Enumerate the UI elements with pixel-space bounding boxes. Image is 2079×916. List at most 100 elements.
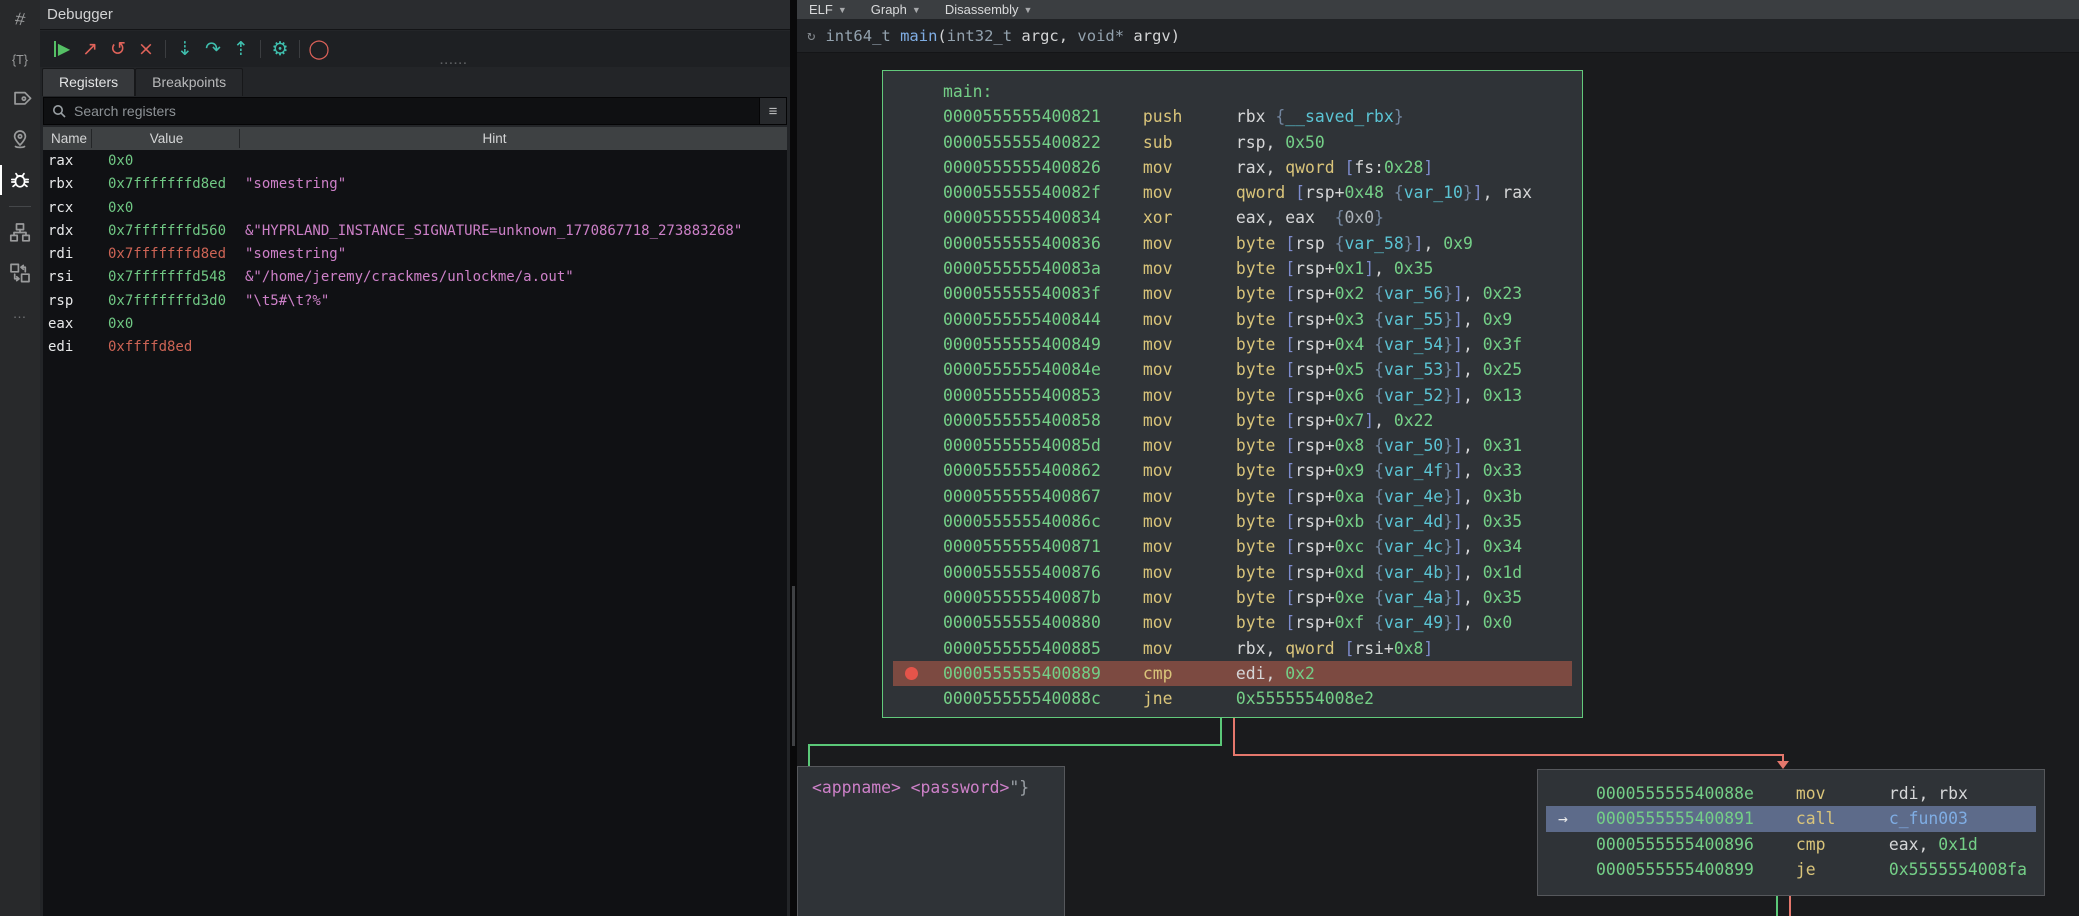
chevron-down-icon: ▼: [912, 5, 921, 15]
asm-instruction[interactable]: 0000555555400885movrbx, qword [rsi+0x8]: [893, 636, 1572, 661]
asm-instruction[interactable]: 0000555555400849movbyte [rsp+0x4 {var_54…: [893, 332, 1572, 357]
register-hint: "somestring": [245, 176, 346, 192]
bug-icon: [8, 168, 32, 192]
sidebar-item-tag[interactable]: [0, 80, 40, 120]
asm-instruction[interactable]: 0000555555400822subrsp, 0x50: [893, 130, 1572, 155]
menu-elf[interactable]: ELF▼: [809, 2, 847, 17]
sidebar-item-tree[interactable]: [0, 213, 40, 253]
asm-instruction[interactable]: 000055555540088cjne0x5555554008e2: [893, 686, 1572, 711]
graph-edge-false: [1233, 754, 1784, 756]
function-signature-bar: ↻ int64_t main(int32_t argc, void* argv): [797, 19, 2079, 53]
register-search-bar: ≡: [43, 97, 787, 125]
sidebar-item-bug[interactable]: [0, 160, 40, 200]
sidebar-item-hash[interactable]: #: [0, 0, 40, 40]
asm-instruction[interactable]: 0000555555400826movrax, qword [fs:0x28]: [893, 155, 1572, 180]
view-menubar: ELF▼ Graph▼ Disassembly▼: [797, 0, 2079, 19]
halt-button[interactable]: ◯: [305, 36, 333, 62]
step-over-button[interactable]: ↷: [199, 36, 227, 62]
asm-instruction[interactable]: 0000555555400871movbyte [rsp+0xc {var_4c…: [893, 534, 1572, 559]
tab-breakpoints[interactable]: Breakpoints: [135, 68, 243, 96]
tab-registers[interactable]: Registers: [42, 68, 135, 96]
asm-instruction[interactable]: 000055555540082fmovqword [rsp+0x48 {var_…: [893, 180, 1572, 205]
asm-instruction[interactable]: 000055555540083amovbyte [rsp+0x1], 0x35: [893, 256, 1572, 281]
asm-instruction[interactable]: 0000555555400862movbyte [rsp+0x9 {var_4f…: [893, 458, 1572, 483]
graph-edge-true: [1776, 896, 1778, 916]
step-return-button[interactable]: ⇡: [227, 36, 255, 62]
basic-block-call[interactable]: 000055555540088emovrdi, rbx→000055555540…: [1537, 769, 2045, 896]
column-name[interactable]: Name: [51, 127, 87, 150]
step-into-button[interactable]: ⇣: [171, 36, 199, 62]
asm-instruction[interactable]: 0000555555400844movbyte [rsp+0x3 {var_55…: [893, 307, 1572, 332]
sidebar-item-swap[interactable]: [0, 253, 40, 293]
sidebar-divider: [9, 206, 31, 207]
register-row[interactable]: rsi0x7fffffffd548&"/home/jeremy/crackmes…: [43, 266, 787, 289]
register-row[interactable]: rcx0x0: [43, 197, 787, 220]
resume-button[interactable]: ▶: [48, 36, 76, 62]
register-row[interactable]: rax0x0: [43, 150, 787, 173]
panel-title: Debugger: [40, 0, 790, 30]
search-input[interactable]: [72, 102, 759, 120]
sidebar-item-types[interactable]: {T}: [0, 40, 40, 80]
asm-instruction[interactable]: 000055555540087bmovbyte [rsp+0xe {var_4a…: [893, 585, 1572, 610]
asm-instruction[interactable]: 0000555555400876movbyte [rsp+0xd {var_4b…: [893, 560, 1572, 585]
register-hint: &"/home/jeremy/crackmes/unlockme/a.out": [245, 269, 574, 285]
asm-instruction[interactable]: →0000555555400891callc_fun003: [1546, 806, 2036, 831]
asm-instruction[interactable]: 0000555555400889cmpedi, 0x2: [893, 661, 1572, 686]
asm-instruction[interactable]: 000055555540085dmovbyte [rsp+0x8 {var_50…: [893, 433, 1572, 458]
asm-instruction[interactable]: 0000555555400858movbyte [rsp+0x7], 0x22: [893, 408, 1572, 433]
register-row[interactable]: rsp0x7fffffffd3d0"\t5#\t?%": [43, 290, 787, 313]
chevron-down-icon: ▼: [838, 5, 847, 15]
sidebar-item-more[interactable]: …: [0, 293, 40, 333]
menu-graph[interactable]: Graph▼: [871, 2, 921, 17]
asm-instruction[interactable]: 000055555540084emovbyte [rsp+0x5 {var_53…: [893, 357, 1572, 382]
asm-instruction[interactable]: 0000555555400899je0x5555554008fa: [1546, 857, 2036, 882]
tree-icon: [8, 221, 32, 245]
asm-instruction[interactable]: 0000555555400834xoreax, eax {0x0}: [893, 205, 1572, 230]
column-value[interactable]: Value: [91, 127, 242, 150]
column-hint[interactable]: Hint: [242, 127, 747, 150]
register-row[interactable]: rbx0x7fffffffd8ed"somestring": [43, 173, 787, 196]
restart-button[interactable]: ↺: [104, 36, 132, 62]
asm-instruction[interactable]: 0000555555400896cmpeax, 0x1d: [1546, 832, 2036, 857]
register-row[interactable]: rdi0x7fffffffd8ed"somestring": [43, 243, 787, 266]
svg-text:#: #: [14, 8, 27, 29]
basic-block-main[interactable]: main:0000555555400821pushrbx {__saved_rb…: [882, 70, 1583, 718]
function-signature[interactable]: int64_t main(int32_t argc, void* argv): [825, 27, 1180, 45]
panel-splitter[interactable]: [790, 0, 797, 916]
graph-edge-true: [1220, 718, 1222, 746]
asm-instruction[interactable]: 0000555555400821pushrbx {__saved_rbx}: [893, 104, 1572, 129]
refresh-icon[interactable]: ↻: [807, 28, 815, 44]
asm-instruction[interactable]: 000055555540086cmovbyte [rsp+0xb {var_4d…: [893, 509, 1572, 534]
registers-table: Name Value Hint rax0x0rbx0x7fffffffd8ed"…: [43, 127, 787, 916]
graph-canvas[interactable]: main:0000555555400821pushrbx {__saved_rb…: [797, 53, 2079, 916]
sidebar-item-pin[interactable]: [0, 120, 40, 160]
asm-instruction[interactable]: 0000555555400836movbyte [rsp {var_58}], …: [893, 231, 1572, 256]
toolbar-separator: [299, 40, 300, 58]
pin-icon: [8, 128, 32, 152]
block-label[interactable]: main:: [893, 79, 1572, 104]
search-options-icon[interactable]: ≡: [759, 98, 786, 124]
basic-block-string[interactable]: <appname> <password>"}: [797, 766, 1065, 916]
asm-instruction[interactable]: 0000555555400867movbyte [rsp+0xa {var_4e…: [893, 484, 1572, 509]
breakpoint-icon[interactable]: [905, 667, 918, 680]
asm-instruction[interactable]: 0000555555400853movbyte [rsp+0x6 {var_52…: [893, 383, 1572, 408]
kill-button[interactable]: ×: [132, 36, 160, 62]
launch-button[interactable]: ↗: [76, 36, 104, 62]
register-row[interactable]: edi0xffffd8ed: [43, 336, 787, 359]
toolbar-separator: [165, 40, 166, 58]
settings-button[interactable]: ⚙: [266, 36, 294, 62]
register-row[interactable]: eax0x0: [43, 313, 787, 336]
register-row[interactable]: rdx0x7fffffffd560&"HYPRLAND_INSTANCE_SIG…: [43, 220, 787, 243]
hash-icon: #: [8, 8, 32, 32]
instruction-pointer-icon: →: [1546, 806, 1596, 831]
svg-text:{T}: {T}: [12, 53, 28, 67]
asm-instruction[interactable]: 000055555540083fmovbyte [rsp+0x2 {var_56…: [893, 281, 1572, 306]
graph-edge-true: [808, 744, 1222, 746]
splitter-handle[interactable]: [792, 586, 795, 746]
asm-instruction[interactable]: 0000555555400880movbyte [rsp+0xf {var_49…: [893, 610, 1572, 635]
menu-disassembly[interactable]: Disassembly▼: [945, 2, 1033, 17]
activity-sidebar: # {T} …: [0, 0, 42, 916]
asm-instruction[interactable]: 000055555540088emovrdi, rbx: [1546, 781, 2036, 806]
register-rows: rax0x0rbx0x7fffffffd8ed"somestring"rcx0x…: [43, 150, 787, 360]
graph-edge-true: [808, 744, 810, 766]
